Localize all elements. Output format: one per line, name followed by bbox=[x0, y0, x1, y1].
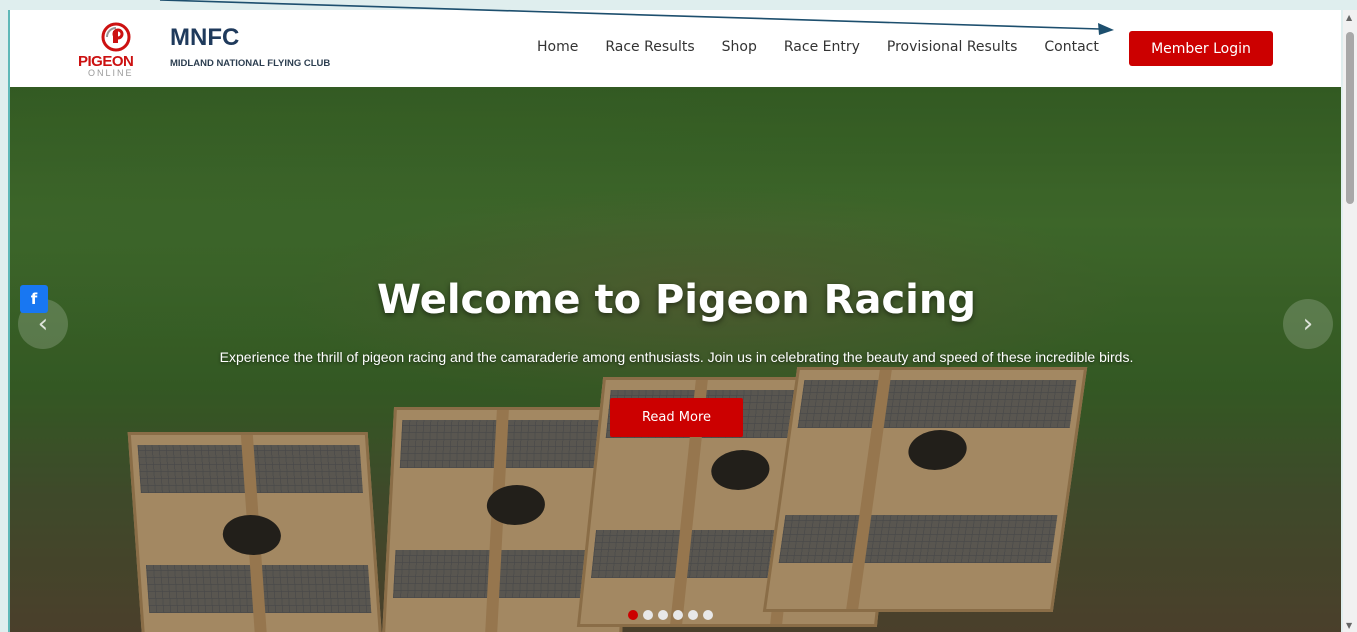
logo-mark-icon bbox=[101, 22, 131, 52]
hero-carousel: Welcome to Pigeon Racing Experience the … bbox=[10, 87, 1341, 632]
nav-shop[interactable]: Shop bbox=[722, 39, 757, 55]
carousel-dot[interactable] bbox=[628, 610, 638, 620]
brand-name[interactable]: MNFC bbox=[170, 24, 239, 52]
browser-viewport: PIGEON ONLINE MNFC MIDLAND NATIONAL FLYI… bbox=[8, 10, 1341, 632]
carousel-next-button[interactable]: › bbox=[1283, 299, 1333, 349]
site-header: PIGEON ONLINE MNFC MIDLAND NATIONAL FLYI… bbox=[10, 10, 1341, 87]
hero-title: Welcome to Pigeon Racing bbox=[377, 277, 976, 323]
chevron-left-icon: ‹ bbox=[37, 309, 49, 339]
brand-subtitle: MIDLAND NATIONAL FLYING CLUB bbox=[170, 58, 331, 69]
hero-text: Experience the thrill of pigeon racing a… bbox=[219, 349, 1134, 365]
carousel-dot[interactable] bbox=[673, 610, 683, 620]
nav-contact[interactable]: Contact bbox=[1044, 39, 1098, 55]
pigeon-online-logo[interactable]: PIGEON ONLINE bbox=[78, 22, 158, 78]
read-more-button[interactable]: Read More bbox=[610, 398, 743, 437]
carousel-dot[interactable] bbox=[658, 610, 668, 620]
facebook-button[interactable]: f bbox=[20, 285, 48, 313]
facebook-icon: f bbox=[30, 290, 38, 308]
pigeon-crate bbox=[381, 407, 635, 632]
logo-sub: ONLINE bbox=[88, 68, 134, 78]
pigeon-crate bbox=[127, 432, 383, 632]
carousel-indicators bbox=[628, 610, 713, 620]
nav-home[interactable]: Home bbox=[537, 39, 578, 55]
member-login-button[interactable]: Member Login bbox=[1129, 31, 1273, 66]
main-nav: Home Race Results Shop Race Entry Provis… bbox=[537, 39, 1126, 55]
scroll-thumb[interactable] bbox=[1346, 32, 1354, 204]
nav-provisional-results[interactable]: Provisional Results bbox=[887, 39, 1017, 55]
carousel-dot[interactable] bbox=[643, 610, 653, 620]
nav-race-entry[interactable]: Race Entry bbox=[784, 39, 860, 55]
carousel-dot[interactable] bbox=[703, 610, 713, 620]
scroll-down-icon[interactable]: ▼ bbox=[1346, 621, 1352, 630]
carousel-dot[interactable] bbox=[688, 610, 698, 620]
pigeon-crate bbox=[762, 367, 1088, 612]
chevron-right-icon: › bbox=[1302, 309, 1314, 339]
scroll-up-icon[interactable]: ▲ bbox=[1346, 13, 1352, 22]
page-scrollbar[interactable]: ▲ ▼ bbox=[1343, 10, 1357, 632]
nav-race-results[interactable]: Race Results bbox=[605, 39, 694, 55]
